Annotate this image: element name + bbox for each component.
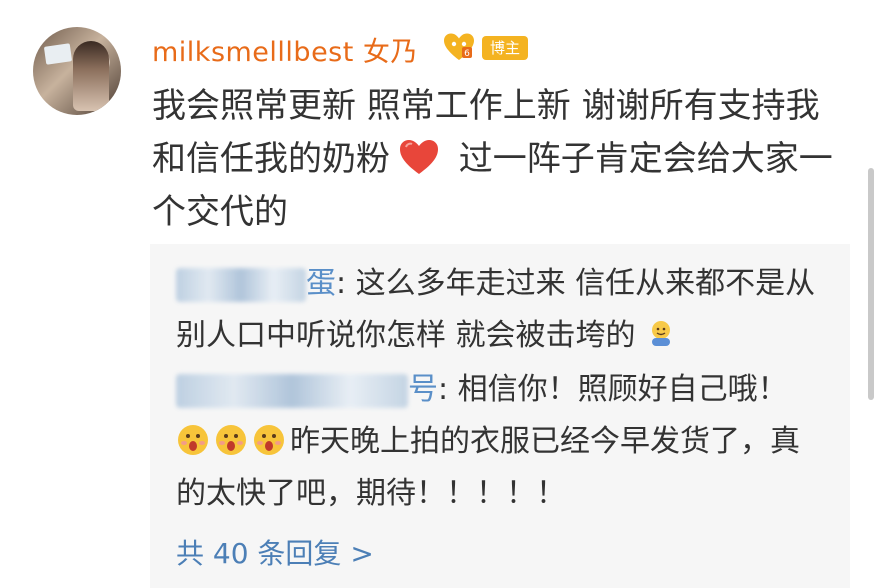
surprised-emoji-icon xyxy=(254,425,284,455)
comment-item: 蛋: 这么多年走过来 信任从来都不是从别人口中听说你怎样 就会被击垮的 xyxy=(176,258,816,362)
more-replies-link[interactable]: 共 40 条回复 > xyxy=(176,532,374,572)
fan-heart-badge-icon: 6 xyxy=(444,33,474,60)
red-heart-icon xyxy=(400,140,438,174)
comment-username-tail[interactable]: 号 xyxy=(408,372,438,407)
scrollbar[interactable] xyxy=(868,168,874,400)
username[interactable]: milksmelllbest 女乃 xyxy=(152,30,418,69)
post-text: 我会照常更新 照常工作上新 谢谢所有支持我和信任我的奶粉 过一阵子肯定会给大家一… xyxy=(152,80,842,239)
comments-box: 蛋: 这么多年走过来 信任从来都不是从别人口中听说你怎样 就会被击垮的 号: 相… xyxy=(150,244,850,588)
blurred-username[interactable] xyxy=(176,267,306,302)
comment-text-part1: : 相信你！照顾好自己哦！ xyxy=(438,372,788,407)
comment-username-tail[interactable]: 蛋 xyxy=(306,266,336,301)
owner-badge: 博主 xyxy=(482,36,528,60)
avatar-photo-figure xyxy=(73,41,109,111)
hug-emoji-icon xyxy=(651,321,670,346)
avatar-photo-detail xyxy=(43,43,73,65)
svg-text:6: 6 xyxy=(464,49,470,59)
surprised-emoji-icon xyxy=(216,425,246,455)
surprised-emoji-icon xyxy=(178,425,208,455)
blurred-username[interactable] xyxy=(176,373,408,408)
comment-item: 号: 相信你！照顾好自己哦！ 昨天晚上拍的衣服已经今早发货了，真的太快了吧，期待… xyxy=(176,364,816,520)
avatar[interactable] xyxy=(33,27,121,115)
